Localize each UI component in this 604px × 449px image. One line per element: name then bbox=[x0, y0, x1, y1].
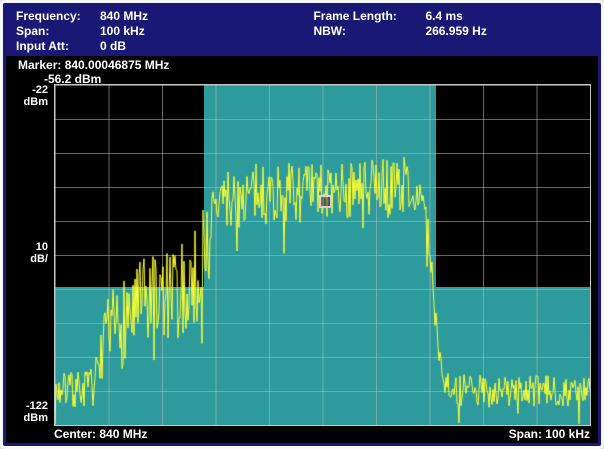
frequency-value: 840 MHz bbox=[100, 9, 148, 24]
settings-left-column: Frequency: 840 MHz Span: 100 kHz Input A… bbox=[16, 9, 313, 54]
scale-unit: dB/ bbox=[30, 253, 48, 265]
span-setting: Span: 100 kHz bbox=[16, 24, 313, 39]
settings-right-column: Frame Length: 6.4 ms NBW: 266.959 Hz bbox=[313, 9, 588, 54]
frequency-setting: Frequency: 840 MHz bbox=[16, 9, 313, 24]
input-att-setting: Input Att: 0 dB bbox=[16, 39, 313, 54]
y-axis-labels: -22 dBm 10 dB/ -122 dBm bbox=[6, 84, 54, 426]
spectrum-plot bbox=[54, 84, 591, 426]
ref-level-label: -22 dBm bbox=[24, 84, 48, 108]
scale-value: 10 bbox=[30, 241, 48, 253]
bottom-level-value: -122 bbox=[24, 400, 48, 412]
display-area: Marker: 840.00046875 MHz -56.2 dBm -22 d… bbox=[6, 56, 598, 443]
center-frequency-label: Center: 840 MHz bbox=[54, 427, 147, 443]
frame-length-label: Frame Length: bbox=[313, 9, 425, 24]
marker-readout: Marker: 840.00046875 MHz -56.2 dBm bbox=[6, 56, 598, 84]
bottom-level-unit: dBm bbox=[24, 412, 48, 424]
settings-bar: Frequency: 840 MHz Span: 100 kHz Input A… bbox=[6, 6, 598, 56]
scale-per-div-label: 10 dB/ bbox=[30, 241, 48, 265]
frequency-label: Frequency: bbox=[16, 9, 100, 24]
nbw-setting: NBW: 266.959 Hz bbox=[313, 24, 588, 39]
frame-length-value: 6.4 ms bbox=[425, 9, 462, 24]
nbw-label: NBW: bbox=[313, 24, 425, 39]
input-att-label: Input Att: bbox=[16, 39, 100, 54]
frequency-footer: Center: 840 MHz Span: 100 kHz bbox=[6, 426, 598, 443]
marker-1-handle[interactable] bbox=[319, 195, 332, 208]
spectrum-analyzer-screen: Frequency: 840 MHz Span: 100 kHz Input A… bbox=[0, 0, 604, 449]
marker-frequency-readout: Marker: 840.00046875 MHz bbox=[18, 58, 598, 72]
span-value: 100 kHz bbox=[100, 24, 145, 39]
span-label: Span: bbox=[16, 24, 100, 39]
ref-level-value: -22 bbox=[24, 84, 48, 96]
span-footer-label: Span: 100 kHz bbox=[509, 427, 590, 443]
frame-length-setting: Frame Length: 6.4 ms bbox=[313, 9, 588, 24]
ref-level-unit: dBm bbox=[24, 96, 48, 108]
nbw-value: 266.959 Hz bbox=[425, 24, 486, 39]
bottom-level-label: -122 dBm bbox=[24, 400, 48, 424]
spectrum-trace bbox=[55, 85, 590, 425]
input-att-value: 0 dB bbox=[100, 39, 126, 54]
plot-row: -22 dBm 10 dB/ -122 dBm bbox=[6, 84, 598, 426]
